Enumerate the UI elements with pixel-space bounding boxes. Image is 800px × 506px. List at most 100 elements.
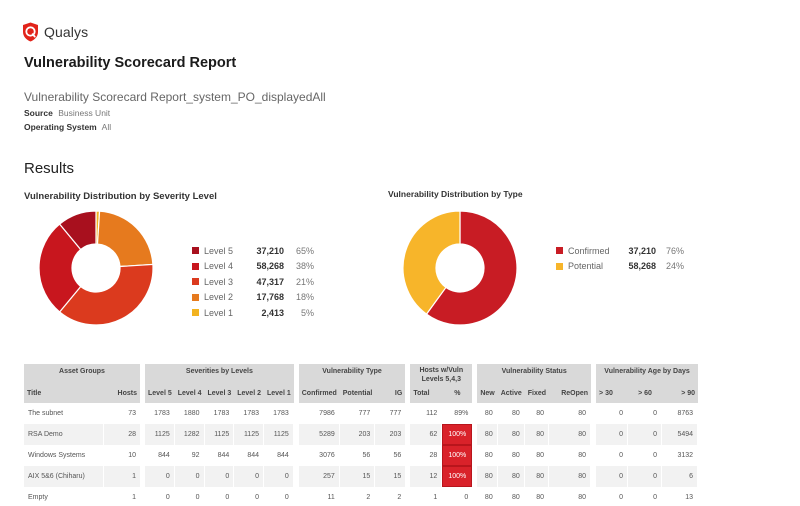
- cell-level3: 844: [205, 445, 235, 466]
- cell-ig: 777: [389, 410, 402, 417]
- legend-pct: 5%: [300, 307, 314, 318]
- col-header-ig[interactable]: IG: [375, 384, 406, 403]
- legend-label: Potential: [568, 261, 604, 272]
- cell-level5: 0: [145, 466, 175, 487]
- cell-potential: 56: [340, 445, 376, 466]
- cell-reopen: 80: [549, 403, 592, 424]
- cell-level3: 1783: [205, 403, 235, 424]
- cell-hosts: 1: [132, 494, 136, 501]
- col-header-level3[interactable]: Level 3: [204, 384, 235, 403]
- legend-value: 58,268: [628, 261, 656, 272]
- col-header-hosts[interactable]: Hosts: [104, 384, 140, 403]
- legend-value: 37,210: [628, 245, 656, 256]
- cell-age30: 0: [596, 424, 629, 445]
- cell-level2: 1125: [234, 424, 264, 445]
- legend-item[interactable]: Potential 58,268 24%: [556, 259, 684, 275]
- severity-legend: Level 5 37,210 65% Level 4 58,268 38% Level 3 4…: [192, 243, 314, 321]
- cell-age90: 5494: [662, 424, 699, 445]
- legend-label: Level 4: [204, 261, 234, 272]
- table-row[interactable]: Windows Systems 10 844 92 844 844 844 3076 56 56 2…: [24, 445, 699, 466]
- cell-hosts-total: 112: [410, 403, 443, 424]
- cell-level2: 1783: [234, 403, 264, 424]
- legend-item[interactable]: Level 4 58,268 38%: [192, 259, 314, 275]
- col-header-reopen[interactable]: ReOpen: [549, 384, 592, 403]
- cell-age60: 0: [628, 487, 663, 506]
- cell-hosts: 10: [128, 452, 136, 459]
- cell-level1: 1783: [264, 403, 294, 424]
- table-row[interactable]: The subnet 73 1783 1880 1783 1783 1783 7986 777 7…: [24, 403, 699, 424]
- legend-pct: 76%: [665, 245, 684, 256]
- cell-level1: 0: [264, 466, 294, 487]
- col-header-age30[interactable]: > 30: [596, 384, 629, 403]
- legend-item[interactable]: Level 3 47,317 21%: [192, 274, 314, 290]
- legend-value: 2,413: [261, 307, 284, 318]
- report-title: Vulnerability Scorecard Report: [24, 55, 237, 71]
- cell-age60: 0: [628, 445, 663, 466]
- cell-new: 80: [477, 403, 498, 424]
- cell-reopen: 80: [549, 424, 592, 445]
- cell-fixed: 80: [524, 424, 550, 445]
- meta-source-label: Source: [24, 108, 53, 118]
- table-row[interactable]: AIX 5&6 (Chiharu) 1 0 0 0 0 0 257 15 15 12 100% 80 80…: [24, 466, 699, 487]
- legend-item[interactable]: Level 5 37,210 65%: [192, 243, 314, 259]
- cell-hosts-total: 1: [410, 487, 443, 506]
- col-header-new[interactable]: New: [477, 384, 498, 403]
- table-row[interactable]: Empty 1 0 0 0 0 0 11 2 2 1 0 80 80 80 80 0 0 13: [24, 487, 699, 506]
- legend-label: Confirmed: [568, 245, 610, 256]
- scorecard-table: Asset Groups Severities by Levels Vulner…: [24, 364, 699, 506]
- cell-level4: 92: [175, 445, 205, 466]
- table-row[interactable]: RSA Demo 28 1125 1282 1125 1125 1125 5289 203 203…: [24, 424, 699, 445]
- col-header-age60[interactable]: > 60: [628, 384, 663, 403]
- legend-item[interactable]: Confirmed 37,210 76%: [556, 243, 684, 259]
- col-header-level5[interactable]: Level 5: [145, 384, 175, 403]
- col-header-title[interactable]: Title: [24, 384, 104, 403]
- col-header-active[interactable]: Active: [497, 384, 525, 403]
- legend-item[interactable]: Level 2 17,768 18%: [192, 290, 314, 306]
- group-header-hosts-vuln: Hosts w/Vuln Levels 5,4,3: [410, 364, 473, 384]
- col-header-potential[interactable]: Potential: [339, 384, 376, 403]
- col-header-level4[interactable]: Level 4: [174, 384, 205, 403]
- cell-active: 80: [497, 466, 525, 487]
- cell-fixed: 80: [525, 403, 550, 424]
- cell-title: Empty: [24, 487, 104, 506]
- cell-age90: 8763: [662, 403, 699, 424]
- legend-pct: 18%: [295, 292, 314, 303]
- col-header-level2[interactable]: Level 2: [234, 384, 264, 403]
- cell-reopen: 80: [549, 445, 592, 466]
- col-header-age90[interactable]: > 90: [662, 384, 699, 403]
- meta-os-value: All: [101, 122, 112, 132]
- results-heading: Results: [24, 160, 75, 177]
- cell-fixed: 80: [524, 466, 550, 487]
- cell-reopen: 80: [549, 487, 592, 506]
- cell-potential: 203: [339, 424, 376, 445]
- donut-slice-level-2[interactable]: [96, 210, 154, 268]
- cell-new: 80: [477, 445, 498, 466]
- cell-hosts-pct: 100%: [442, 424, 473, 445]
- cell-active: 80: [498, 487, 525, 506]
- col-header-pct[interactable]: %: [442, 384, 473, 403]
- col-header-fixed[interactable]: Fixed: [524, 384, 550, 403]
- group-header-severities: Severities by Levels: [145, 364, 294, 384]
- cell-level3: 0: [204, 466, 235, 487]
- cell-active: 80: [497, 424, 525, 445]
- legend-value: 37,210: [256, 245, 284, 256]
- cell-ig: 203: [375, 424, 406, 445]
- cell-hosts: 73: [128, 410, 136, 417]
- col-header-confirmed[interactable]: Confirmed: [298, 384, 340, 403]
- legend-item[interactable]: Level 1 2,413 5%: [192, 305, 314, 321]
- legend-value: 58,268: [256, 261, 284, 272]
- group-header-vuln-status: Vulnerability Status: [477, 364, 592, 384]
- col-header-level1[interactable]: Level 1: [264, 384, 294, 403]
- cell-level4: 1880: [175, 403, 205, 424]
- cell-level2: 844: [234, 445, 264, 466]
- cell-age30: 0: [596, 487, 629, 506]
- column-header-row: Title Hosts Level 5 Level 4 Level 3 Leve…: [24, 384, 699, 403]
- cell-hosts-total: 62: [410, 424, 443, 445]
- cell-level2: 0: [234, 466, 264, 487]
- legend-pct: 38%: [295, 261, 314, 272]
- cell-age30: 0: [596, 403, 629, 424]
- col-header-total[interactable]: Total: [410, 384, 443, 403]
- meta-source-value: Business Unit: [58, 108, 111, 118]
- cell-age60: 0: [628, 424, 663, 445]
- brand-name: Qualys: [44, 24, 89, 40]
